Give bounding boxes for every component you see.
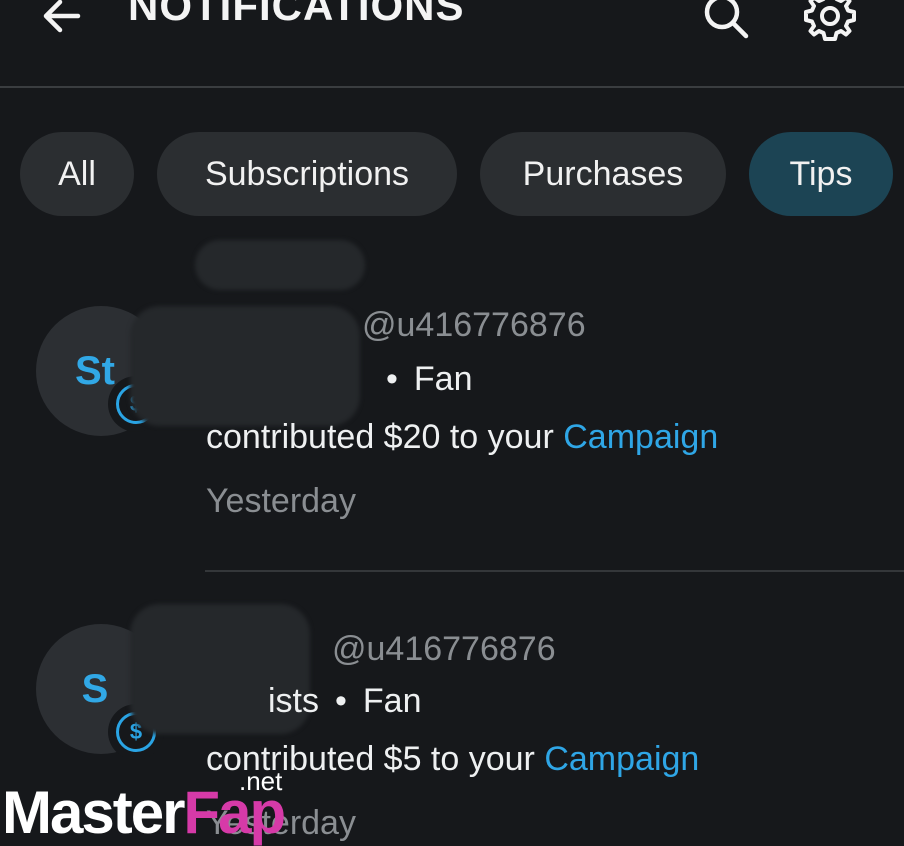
redacted-area bbox=[195, 240, 365, 290]
list-divider bbox=[205, 570, 904, 572]
header-divider bbox=[0, 86, 904, 88]
redacted-name bbox=[130, 306, 360, 426]
notification-item[interactable]: St $ @u416776876 •Fan contributed $20 to… bbox=[0, 240, 904, 570]
user-handle[interactable]: @u416776876 bbox=[332, 630, 556, 669]
back-button[interactable] bbox=[30, 0, 94, 50]
arrow-left-icon bbox=[38, 0, 86, 45]
app-header: NOTIFICATIONS bbox=[0, 0, 904, 86]
gear-icon bbox=[803, 0, 857, 48]
avatar-initials: St bbox=[75, 348, 115, 393]
search-icon bbox=[700, 0, 752, 47]
page-title: NOTIFICATIONS bbox=[128, 0, 465, 29]
name-fragment: ists bbox=[268, 682, 319, 720]
tab-tips[interactable]: Tips bbox=[749, 132, 893, 216]
notification-time: Yesterday bbox=[206, 482, 356, 520]
campaign-link[interactable]: Campaign bbox=[563, 418, 718, 456]
campaign-link[interactable]: Campaign bbox=[544, 740, 699, 778]
message-text: contributed $20 to your bbox=[206, 418, 554, 456]
avatar-initials: S bbox=[81, 666, 109, 711]
watermark-logo: MasterFap .net bbox=[2, 766, 286, 846]
user-role: • Fan bbox=[386, 360, 473, 398]
tab-purchases[interactable]: Purchases bbox=[480, 132, 726, 216]
tab-all[interactable]: All bbox=[20, 132, 134, 216]
notifications-screen: NOTIFICATIONS All Subscriptions Purchase… bbox=[0, 0, 904, 846]
notification-message: contributed $20 to your Campaign bbox=[206, 418, 718, 457]
user-role: ists • Fan bbox=[268, 682, 422, 720]
tab-subscriptions[interactable]: Subscriptions bbox=[157, 132, 457, 216]
filter-tabs: All Subscriptions Purchases Tips bbox=[0, 132, 904, 218]
search-button[interactable] bbox=[694, 0, 758, 50]
user-handle[interactable]: @u416776876 bbox=[362, 306, 586, 345]
settings-button[interactable] bbox=[798, 0, 862, 50]
